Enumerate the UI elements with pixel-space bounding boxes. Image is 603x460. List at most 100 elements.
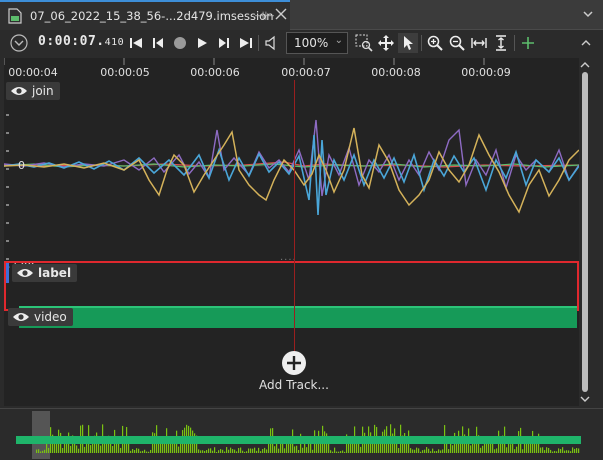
- overview-bar: [252, 448, 254, 453]
- overview-bar: [344, 451, 346, 453]
- previous-frame-button[interactable]: [150, 33, 166, 53]
- cursor-arrow-icon: [404, 36, 413, 50]
- overview-bar: [564, 450, 566, 453]
- scroll-down-icon[interactable]: [580, 394, 590, 404]
- eye-icon[interactable]: [10, 85, 28, 97]
- overview-bar: [456, 443, 458, 453]
- overview-bar: [90, 445, 92, 453]
- overview-bar: [66, 443, 68, 453]
- overview-bar: [418, 448, 420, 453]
- overview-bar: [340, 451, 342, 453]
- fit-height-button[interactable]: [492, 33, 510, 53]
- skip-start-icon: [130, 38, 142, 48]
- zoom-region-icon: [355, 34, 373, 52]
- tab-list-chevron-icon[interactable]: [581, 7, 595, 21]
- overview-bar: [200, 450, 202, 453]
- overview-bar: [546, 447, 548, 453]
- track-name: video: [34, 310, 67, 324]
- overview-bar: [442, 449, 444, 453]
- vertical-scrollbar[interactable]: [580, 58, 590, 408]
- zoom-in-button[interactable]: [426, 33, 444, 53]
- overview-bar: [138, 448, 140, 453]
- zoom-selection-button[interactable]: [354, 33, 374, 53]
- play-button[interactable]: [194, 33, 210, 53]
- label-track[interactable]: label: [4, 261, 579, 311]
- overview-bar: [136, 448, 138, 453]
- go-to-start-button[interactable]: [128, 33, 144, 53]
- overview-bar: [556, 451, 558, 453]
- chevron-circle-icon: [10, 34, 28, 52]
- eye-icon[interactable]: [12, 311, 30, 323]
- mute-button[interactable]: [262, 33, 282, 53]
- fit-width-button[interactable]: [470, 33, 488, 53]
- overview-bar: [262, 449, 264, 453]
- zoom-out-button[interactable]: [448, 33, 466, 53]
- skip-end-icon: [240, 38, 252, 48]
- overview-bar: [260, 451, 262, 453]
- overview-bar: [222, 449, 224, 453]
- pin-icon[interactable]: ⊣⊢: [254, 9, 275, 23]
- pan-tool-button[interactable]: [376, 33, 396, 53]
- ruler-tick-label: 00:00:07: [281, 66, 331, 79]
- overview-bar: [234, 449, 236, 453]
- session-tab[interactable]: 07_06_2022_15_38_56-...2d479.imsession ⊣…: [0, 0, 290, 30]
- add-track-button[interactable]: Add Track...: [244, 350, 344, 398]
- collapse-toolbar-button[interactable]: [580, 33, 592, 53]
- playhead[interactable]: [294, 80, 295, 370]
- overview-bar: [210, 448, 212, 453]
- close-icon[interactable]: [274, 7, 288, 21]
- overview-bar: [228, 449, 230, 453]
- track-header-join[interactable]: join: [6, 82, 60, 100]
- overview-bar: [342, 450, 344, 453]
- overview-bar: [494, 449, 496, 453]
- tracks-area[interactable]: join 0 - 500 ···· label video: [4, 80, 579, 406]
- overview-bar: [212, 450, 214, 453]
- select-tool-button[interactable]: [398, 33, 418, 53]
- go-to-end-button[interactable]: [238, 33, 254, 53]
- overview-bar: [330, 450, 332, 453]
- video-track-segment[interactable]: [19, 306, 577, 328]
- overview-bar: [280, 442, 282, 453]
- overview-bar: [434, 451, 436, 453]
- timeline-overview[interactable]: [0, 408, 603, 460]
- record-button[interactable]: [172, 33, 188, 53]
- time-ruler[interactable]: 00:00:04 00:00:05 00:00:06 00:00:07 00:0…: [4, 58, 579, 80]
- time-menu-button[interactable]: [8, 33, 30, 53]
- overview-bar: [510, 444, 512, 453]
- overview-bar: [440, 450, 442, 453]
- overview-bar: [38, 449, 40, 453]
- overview-bar: [216, 451, 218, 453]
- overview-bar: [56, 442, 58, 453]
- overview-bar: [198, 449, 200, 453]
- track-header-video[interactable]: video: [8, 308, 73, 326]
- overview-bar: [566, 450, 568, 453]
- overview-bar: [398, 448, 400, 453]
- overview-bar: [202, 450, 204, 453]
- overview-bar: [424, 449, 426, 453]
- overview-bar: [428, 448, 430, 453]
- label-track-color-bar: [6, 263, 9, 283]
- overview-bar: [134, 449, 136, 453]
- next-frame-button[interactable]: [216, 33, 232, 53]
- track-header-label[interactable]: label: [12, 264, 78, 282]
- zoom-select[interactable]: 100% ⌄: [286, 32, 348, 54]
- add-button[interactable]: [519, 33, 537, 53]
- scrollbar-thumb[interactable]: [582, 72, 588, 392]
- scroll-up-icon[interactable]: [580, 60, 590, 70]
- ruler-tick-label: 00:00:06: [190, 66, 240, 79]
- overview-bar: [560, 449, 562, 453]
- toolbar-divider: [421, 35, 422, 51]
- overview-bar: [514, 449, 516, 453]
- tab-bar: 07_06_2022_15_38_56-...2d479.imsession ⊣…: [0, 0, 603, 30]
- overview-bar: [100, 445, 102, 453]
- join-signal-plot[interactable]: 0 - 500: [4, 100, 579, 278]
- overview-bar: [312, 449, 314, 453]
- overview-bar: [240, 447, 242, 453]
- eye-icon[interactable]: [16, 267, 34, 279]
- overview-bar: [274, 446, 276, 453]
- play-icon: [198, 38, 207, 48]
- overview-bar: [544, 450, 546, 453]
- overview-bar: [334, 447, 336, 453]
- overview-bar: [360, 446, 362, 453]
- overview-bar: [62, 448, 64, 453]
